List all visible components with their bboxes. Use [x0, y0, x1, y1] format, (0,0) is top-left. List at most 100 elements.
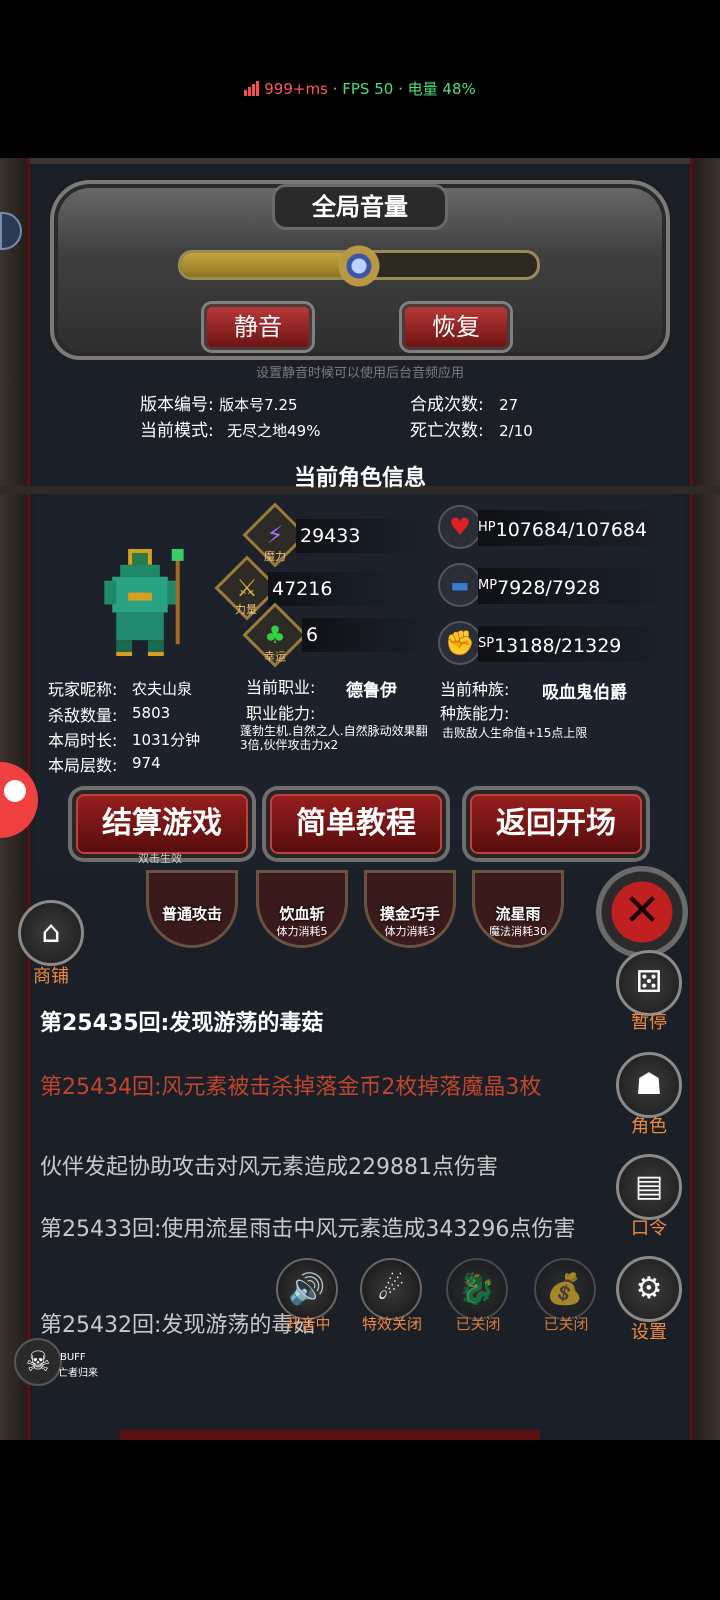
hp-value: 107684/107684	[495, 519, 648, 541]
bottom-bar	[120, 1430, 540, 1440]
skill-meteor[interactable]: 流星雨 魔法消耗30	[472, 870, 564, 948]
character-section-title: 当前角色信息	[293, 466, 426, 491]
volume-title: 全局音量	[272, 184, 448, 230]
fps-text: FPS 50	[342, 80, 394, 98]
role-label: 角色	[631, 1116, 667, 1137]
craft-label: 合成次数:	[410, 395, 484, 415]
sp-value: 13188/21329	[494, 635, 622, 657]
mode-value: 无尽之地49%	[227, 422, 321, 440]
settle-hint: 双击生效	[138, 852, 182, 865]
dice-icon: ⚄	[635, 965, 663, 1000]
nickname-label: 玩家昵称:	[48, 680, 118, 699]
log-line: 第25434回:风元素被击杀掉落金币2枚掉落魔晶3枚	[40, 1075, 542, 1100]
version-value: 版本号7.25	[219, 396, 298, 414]
restore-button[interactable]: 恢复	[402, 304, 510, 350]
speaker-icon: 🔊	[288, 1272, 326, 1307]
craft-row: 合成次数: 27	[410, 390, 518, 415]
signal-icon	[244, 81, 260, 100]
user-icon	[4, 780, 26, 802]
craft-value: 27	[499, 396, 519, 414]
dragon-icon: 🐉	[458, 1272, 496, 1307]
separator: ·	[398, 80, 403, 98]
version-label: 版本编号:	[140, 395, 214, 415]
floor-value: 974	[132, 754, 161, 772]
pause-button[interactable]: ⚄	[616, 950, 682, 1016]
mode-label: 当前模式:	[140, 421, 214, 441]
buff-label: BUFF	[60, 1352, 86, 1363]
nickname-value: 农夫山泉	[132, 680, 193, 698]
skill-name: 普通攻击	[161, 905, 222, 923]
log-line: 第25433回:使用流星雨击中风元素造成343296点伤害	[40, 1217, 576, 1242]
strength-icon: ✊	[438, 621, 482, 665]
heart-icon: ♥	[438, 505, 482, 549]
shop-icon: ⌂	[41, 915, 61, 950]
duration-value: 1031分钟	[132, 731, 201, 749]
skill-blood-slash[interactable]: 饮血斩 体力消耗5	[256, 870, 348, 948]
buff-name: 亡者归来	[58, 1368, 98, 1379]
tutorial-button[interactable]: 简单教程	[266, 790, 446, 858]
hp-key: HP	[478, 520, 496, 535]
pause-label: 暂停	[631, 1012, 667, 1033]
dragon-toggle-button[interactable]: 🐉	[446, 1258, 508, 1320]
battery-text: 电量 48%	[407, 80, 476, 98]
close-skills-button[interactable]: ✕	[596, 866, 688, 958]
skill-name: 摸金巧手	[379, 905, 440, 923]
magic-label: 魔力	[264, 550, 286, 563]
settle-game-button[interactable]: 结算游戏	[72, 790, 252, 858]
mp-key: MP	[478, 578, 498, 593]
strength-value: 47216	[268, 572, 398, 606]
death-row: 死亡次数: 2/10	[410, 416, 533, 441]
gear-icon: ⚙	[635, 1271, 663, 1306]
job-value: 德鲁伊	[346, 681, 397, 701]
dragon-toggle-label: 已关闭	[455, 1315, 501, 1333]
sound-toggle-label: 开音中	[285, 1315, 331, 1333]
skill-gold-touch[interactable]: 摸金巧手 体力消耗3	[364, 870, 456, 948]
code-button[interactable]: ▤	[616, 1154, 682, 1220]
volume-hint: 设置静音时候可以使用后台音频应用	[255, 366, 464, 381]
shop-button[interactable]: ⌂	[18, 900, 84, 966]
kills-value: 5803	[132, 704, 171, 722]
kills-label: 杀敌数量:	[48, 706, 118, 725]
skill-name: 饮血斩	[279, 905, 325, 923]
race-ability-label: 种族能力:	[440, 704, 510, 723]
role-button[interactable]: ☗	[616, 1052, 682, 1118]
effects-toggle-button[interactable]: ☄	[360, 1258, 422, 1320]
sp-key: SP	[478, 636, 495, 651]
death-label: 死亡次数:	[410, 421, 484, 441]
hp-row: HP107684/107684	[478, 510, 678, 546]
mode-row: 当前模式: 无尽之地49%	[140, 416, 320, 441]
death-value: 2/10	[499, 422, 533, 440]
log-line: 伙伴发起协助攻击对风元素造成229881点伤害	[40, 1155, 498, 1180]
skill-cost: 体力消耗5	[276, 925, 328, 938]
job-ability-text: 蓬勃生机.自然之人.自然脉动效果翻3倍,伙伴攻击力x2	[240, 724, 428, 752]
comet-icon: ☄	[377, 1272, 405, 1307]
sound-toggle-button[interactable]: 🔊	[276, 1258, 338, 1320]
latency-text: 999+ms	[264, 80, 328, 98]
skill-cost: 魔法消耗30	[489, 925, 547, 938]
character-sprite	[104, 548, 184, 657]
mute-button[interactable]: 静音	[204, 304, 312, 350]
volume-slider[interactable]	[178, 239, 540, 293]
bag-toggle-label: 已关闭	[543, 1315, 589, 1333]
buff-button[interactable]: ☠	[14, 1338, 62, 1386]
mp-row: MP7928/7928	[478, 568, 678, 604]
race-ability-text: 击败敌人生命值+15点上限	[442, 726, 588, 740]
mp-value: 7928/7928	[497, 577, 601, 599]
magic-value: 29433	[296, 519, 426, 553]
duration-label: 本局时长:	[48, 731, 118, 750]
settings-button[interactable]: ⚙	[616, 1256, 682, 1322]
frame-right-border	[690, 158, 720, 1440]
version-row: 版本编号: 版本号7.25	[140, 390, 298, 415]
back-to-start-button[interactable]: 返回开场	[466, 790, 646, 858]
race-value: 吸血鬼伯爵	[542, 683, 627, 703]
log-line: 第25435回:发现游荡的毒菇	[40, 1011, 324, 1036]
bag-toggle-button[interactable]: 💰	[534, 1258, 596, 1320]
code-label: 口令	[631, 1218, 667, 1239]
close-icon: ✕	[623, 885, 661, 936]
volume-slider-fill	[181, 253, 359, 277]
volume-slider-knob[interactable]	[337, 239, 381, 293]
race-label: 当前种族:	[440, 680, 510, 699]
skill-name: 流星雨	[495, 905, 541, 923]
money-bag-icon: 💰	[546, 1272, 584, 1307]
effects-toggle-label: 特效关闭	[361, 1315, 422, 1333]
